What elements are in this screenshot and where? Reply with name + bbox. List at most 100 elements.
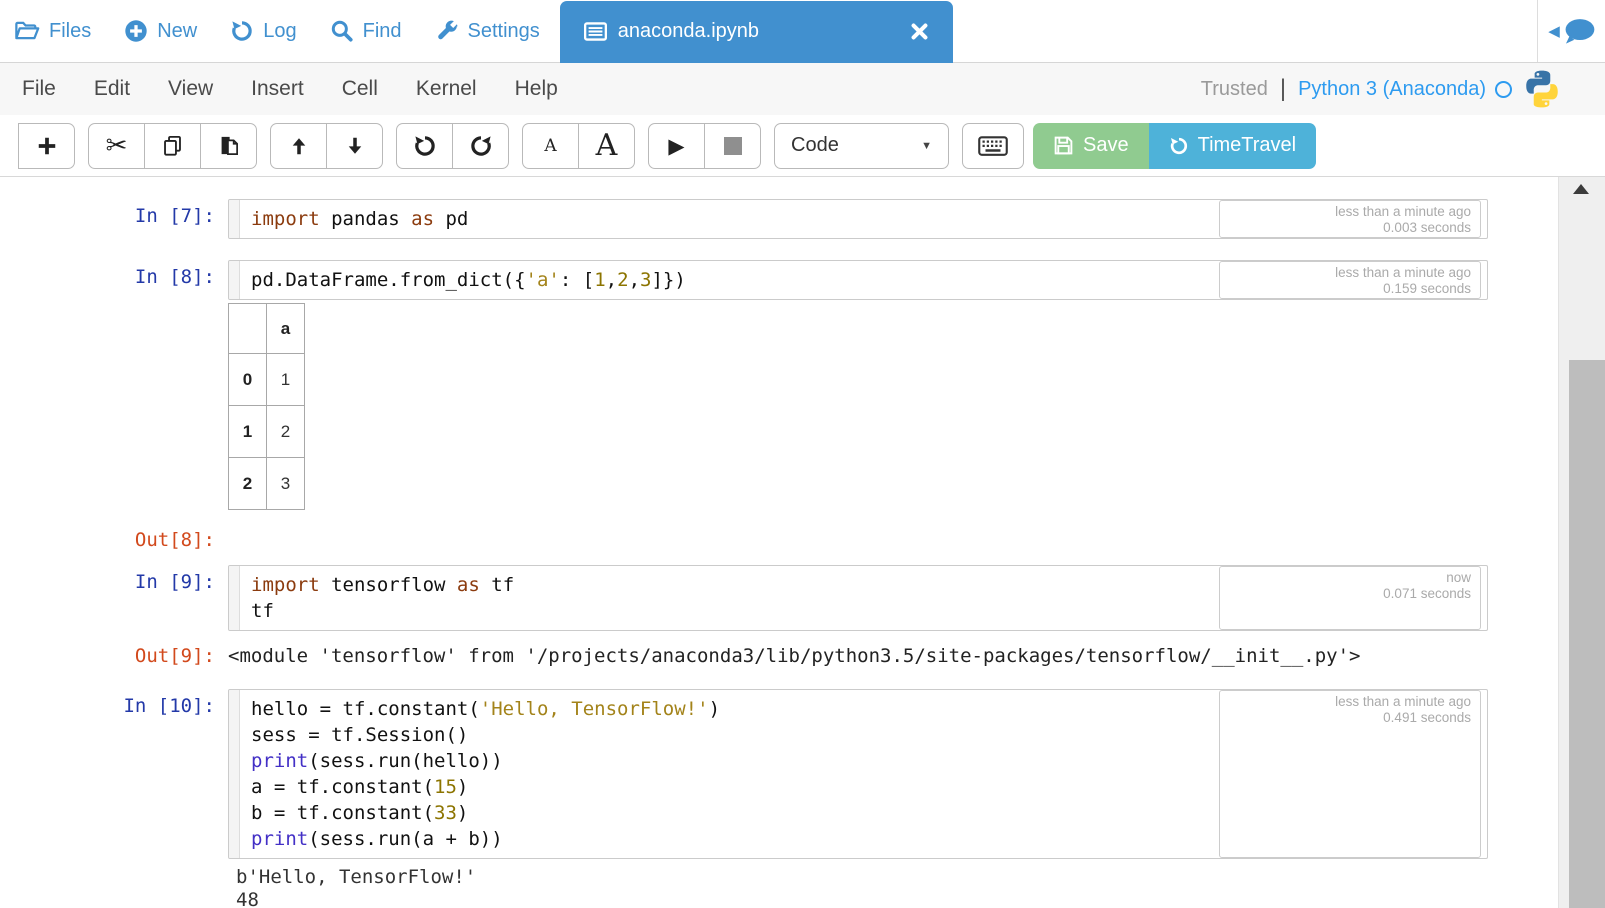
timetravel-button[interactable]: TimeTravel bbox=[1149, 123, 1317, 169]
timetravel-label: TimeTravel bbox=[1198, 134, 1297, 157]
dataframe-table: a 011223 bbox=[228, 303, 305, 510]
code-in8[interactable]: pd.DataFrame.from_dict({'a': [1,2,3]}) bbox=[240, 261, 686, 299]
timestamp-in7: less than a minute ago 0.003 seconds bbox=[1219, 200, 1481, 238]
floppy-icon bbox=[1053, 135, 1074, 156]
collapse-left-icon: ◀ bbox=[1548, 22, 1560, 40]
top-tab-bar: Files New Log bbox=[0, 0, 1605, 62]
timestamp-in8: less than a minute ago 0.159 seconds bbox=[1219, 261, 1481, 299]
move-cell-up-button[interactable] bbox=[270, 123, 327, 169]
paste-button[interactable] bbox=[200, 123, 257, 169]
python-logo-icon bbox=[1521, 68, 1563, 110]
trusted-separator: | bbox=[1280, 75, 1286, 103]
cell-gutter bbox=[229, 690, 240, 858]
gutter-spacer bbox=[0, 866, 228, 908]
search-icon bbox=[330, 19, 354, 43]
cell-type-dropdown[interactable]: Code ▼ bbox=[774, 123, 949, 169]
cell-gutter bbox=[229, 566, 240, 630]
scroll-up-arrow-icon[interactable] bbox=[1573, 184, 1589, 194]
scrollbar-track[interactable] bbox=[1558, 177, 1605, 908]
gutter-spacer bbox=[0, 303, 228, 510]
redo-button[interactable] bbox=[452, 123, 509, 169]
code-in9[interactable]: import tensorflow as tftf bbox=[240, 566, 514, 630]
find-label: Find bbox=[363, 20, 402, 43]
settings-label: Settings bbox=[468, 20, 540, 43]
timestamp-in10: less than a minute ago 0.491 seconds bbox=[1219, 690, 1481, 858]
undo-icon bbox=[413, 134, 437, 158]
tab-anaconda-ipynb[interactable]: anaconda.ipynb bbox=[560, 1, 953, 63]
history-icon bbox=[230, 19, 254, 43]
stdout-output: b'Hello, TensorFlow!'48 bbox=[228, 866, 476, 908]
code-cell-in9[interactable]: import tensorflow as tftf now 0.071 seco… bbox=[228, 565, 1488, 631]
menu-cell[interactable]: Cell bbox=[323, 77, 397, 101]
kernel-status-icon bbox=[1495, 81, 1512, 98]
keyboard-icon bbox=[978, 136, 1008, 156]
undo-button[interactable] bbox=[396, 123, 453, 169]
plus-icon bbox=[36, 135, 58, 157]
font-size-up-button[interactable]: A bbox=[578, 123, 635, 169]
move-cell-down-button[interactable] bbox=[326, 123, 383, 169]
dropdown-caret-icon: ▼ bbox=[921, 140, 932, 152]
menu-kernel[interactable]: Kernel bbox=[397, 77, 496, 101]
notebook-area: In [7]: import pandas as pd less than a … bbox=[0, 177, 1605, 908]
tabbar-right: ◀ bbox=[1537, 0, 1605, 62]
prompt-out8: Out[8]: bbox=[0, 523, 228, 551]
kernel-name[interactable]: Python 3 (Anaconda) bbox=[1298, 78, 1486, 101]
app: Files New Log bbox=[0, 0, 1605, 908]
redo-icon bbox=[469, 134, 493, 158]
settings-button[interactable]: Settings bbox=[435, 19, 540, 43]
save-button[interactable]: Save bbox=[1033, 123, 1149, 169]
stop-button[interactable] bbox=[704, 123, 761, 169]
close-icon[interactable] bbox=[910, 22, 929, 41]
menu-edit[interactable]: Edit bbox=[75, 77, 149, 101]
code-in10[interactable]: hello = tf.constant('Hello, TensorFlow!'… bbox=[240, 690, 720, 858]
stop-icon bbox=[724, 137, 742, 155]
letter-a-large-icon: A bbox=[596, 128, 618, 163]
files-button[interactable]: Files bbox=[14, 20, 91, 43]
new-label: New bbox=[157, 20, 197, 43]
module-output: <module 'tensorflow' from '/projects/ana… bbox=[228, 639, 1360, 667]
code-cell-in7[interactable]: import pandas as pd less than a minute a… bbox=[228, 199, 1488, 239]
code-in7[interactable]: import pandas as pd bbox=[240, 200, 468, 238]
timetravel-history-icon bbox=[1169, 136, 1189, 156]
log-button[interactable]: Log bbox=[230, 19, 296, 43]
files-label: Files bbox=[49, 20, 91, 43]
play-icon: ▶ bbox=[668, 134, 684, 158]
prompt-in7: In [7]: bbox=[0, 199, 228, 239]
keyboard-shortcuts-button[interactable] bbox=[962, 123, 1024, 169]
df-col-header: a bbox=[267, 304, 305, 354]
chat-button[interactable]: ◀ bbox=[1538, 17, 1605, 46]
prompt-out9: Out[9]: bbox=[0, 639, 228, 667]
find-button[interactable]: Find bbox=[330, 19, 402, 43]
menu-view[interactable]: View bbox=[149, 77, 232, 101]
cell-gutter bbox=[229, 200, 240, 238]
insert-cell-button[interactable] bbox=[18, 123, 75, 169]
scrollbar-thumb[interactable] bbox=[1569, 360, 1605, 908]
trusted-badge: Trusted bbox=[1201, 78, 1268, 101]
notebook-icon bbox=[584, 22, 607, 41]
new-button[interactable]: New bbox=[124, 19, 197, 43]
menu-file[interactable]: File bbox=[0, 77, 75, 101]
menu-help[interactable]: Help bbox=[496, 77, 577, 101]
font-size-down-button[interactable]: A bbox=[522, 123, 579, 169]
arrow-down-icon bbox=[344, 135, 366, 157]
plus-circle-icon bbox=[124, 19, 148, 43]
code-cell-in10[interactable]: hello = tf.constant('Hello, TensorFlow!'… bbox=[228, 689, 1488, 859]
tab-title: anaconda.ipynb bbox=[618, 20, 910, 43]
copy-icon bbox=[161, 134, 184, 157]
cut-button[interactable]: ✂ bbox=[88, 123, 145, 169]
wrench-icon bbox=[435, 19, 459, 43]
timestamp-in9: now 0.071 seconds bbox=[1219, 566, 1481, 630]
letter-a-small-icon: A bbox=[544, 136, 556, 156]
menu-bar: File Edit View Insert Cell Kernel Help T… bbox=[0, 62, 1605, 115]
log-label: Log bbox=[263, 20, 296, 43]
copy-button[interactable] bbox=[144, 123, 201, 169]
folder-open-icon bbox=[14, 20, 40, 42]
paste-icon bbox=[217, 134, 240, 157]
prompt-in8: In [8]: bbox=[0, 260, 228, 300]
run-cell-button[interactable]: ▶ bbox=[648, 123, 705, 169]
arrow-up-icon bbox=[288, 135, 310, 157]
menu-insert[interactable]: Insert bbox=[232, 77, 323, 101]
cell-type-value: Code bbox=[791, 134, 839, 157]
scissors-icon: ✂ bbox=[106, 131, 128, 161]
code-cell-in8[interactable]: pd.DataFrame.from_dict({'a': [1,2,3]}) l… bbox=[228, 260, 1488, 300]
